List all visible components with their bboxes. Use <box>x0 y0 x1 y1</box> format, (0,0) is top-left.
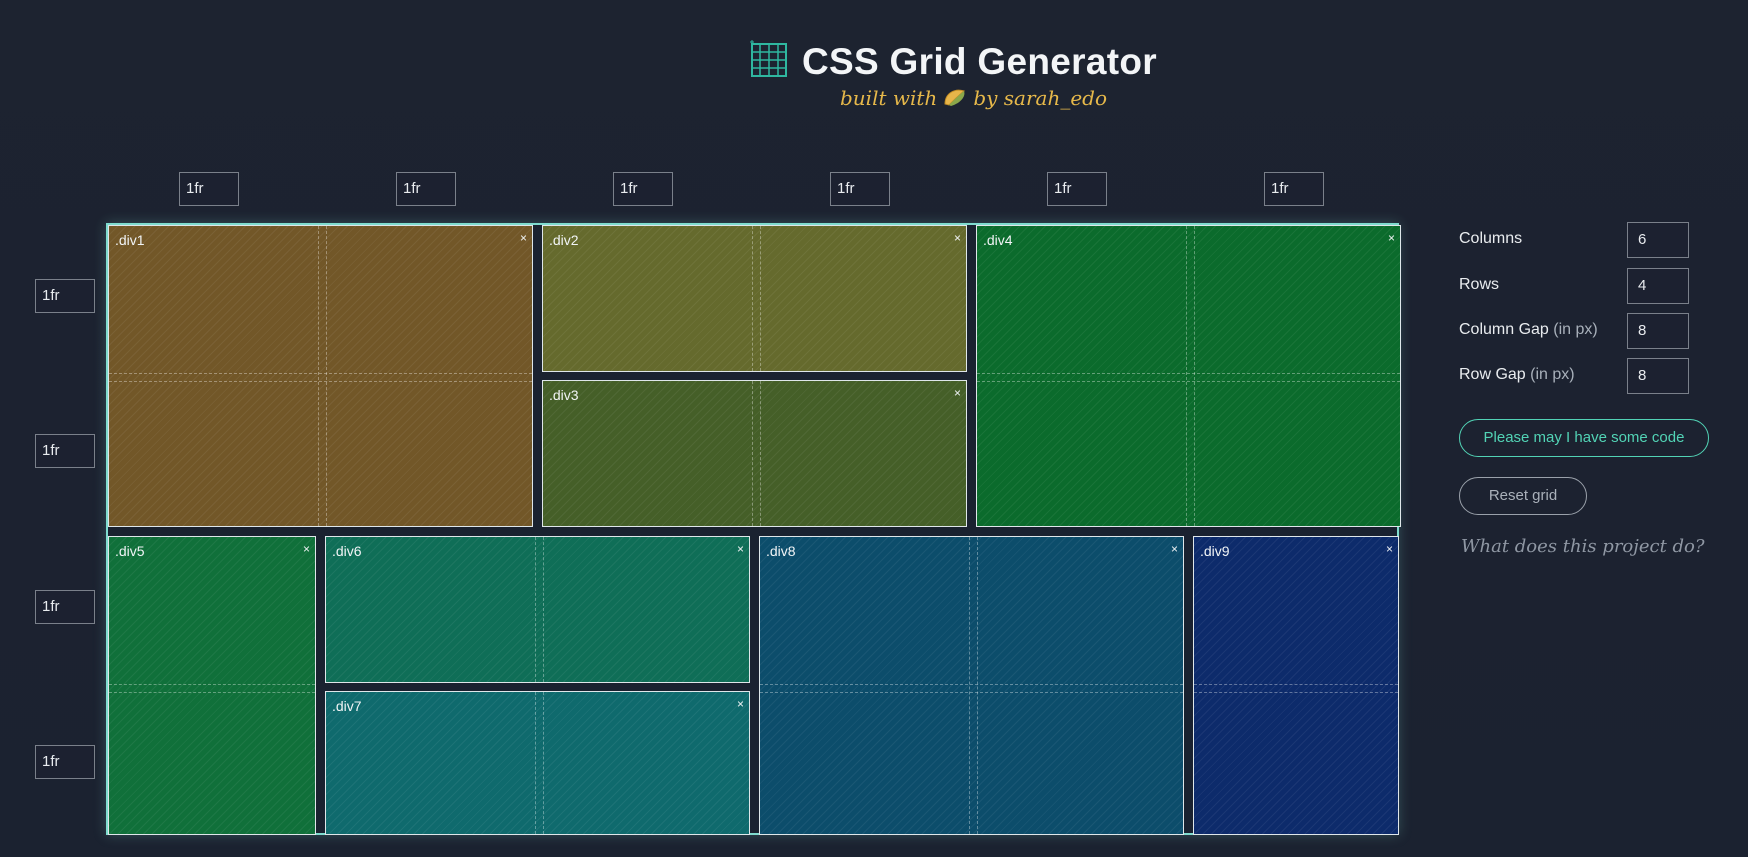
row-size-input-1[interactable]: 1fr <box>35 279 95 313</box>
rows-input[interactable]: 4 <box>1627 268 1689 304</box>
column-gap-input[interactable]: 8 <box>1627 313 1689 349</box>
subtitle-prefix: built with <box>840 86 938 110</box>
row-gap-label: Row Gap (in px) <box>1459 366 1575 384</box>
column-size-input-2[interactable]: 1fr <box>396 172 456 206</box>
row-size-input-3[interactable]: 1fr <box>35 590 95 624</box>
get-code-button[interactable]: Please may I have some code <box>1459 419 1709 457</box>
page-title: CSS Grid Generator <box>802 40 1157 82</box>
row-size-input-4[interactable]: 1fr <box>35 745 95 779</box>
grid-item-label: .div2 <box>549 232 579 248</box>
column-gap-hint: (in px) <box>1553 321 1598 338</box>
column-gap-label-text: Column Gap <box>1459 321 1549 338</box>
subtitle: built with by sarah_edo <box>840 86 1107 112</box>
subtitle-suffix: by sarah_edo <box>973 86 1108 110</box>
column-size-input-3[interactable]: 1fr <box>613 172 673 206</box>
grid-item-div1[interactable]: .div1 × <box>108 225 533 527</box>
grid-item-div3[interactable]: .div3 × <box>542 380 967 527</box>
grid-item-div8[interactable]: .div8 × <box>759 536 1184 835</box>
grid-area[interactable]: .div1 × .div2 × .div3 × .div4 × .div5 × … <box>106 223 1401 835</box>
column-size-input-1[interactable]: 1fr <box>179 172 239 206</box>
title-row: CSS Grid Generator <box>748 38 1157 85</box>
close-icon[interactable]: × <box>954 386 961 400</box>
row-size-input-2[interactable]: 1fr <box>35 434 95 468</box>
grid-item-label: .div3 <box>549 387 579 403</box>
close-icon[interactable]: × <box>303 542 310 556</box>
taco-icon <box>943 87 967 112</box>
rows-label: Rows <box>1459 276 1500 293</box>
close-icon[interactable]: × <box>1171 542 1178 556</box>
columns-input[interactable]: 6 <box>1627 222 1689 258</box>
grid-item-div9[interactable]: .div9 × <box>1193 536 1399 835</box>
grid-logo-icon <box>748 38 790 85</box>
grid-item-label: .div5 <box>115 543 145 559</box>
row-gap-hint: (in px) <box>1530 366 1575 383</box>
reset-grid-button[interactable]: Reset grid <box>1459 477 1587 515</box>
grid-item-div2[interactable]: .div2 × <box>542 225 967 372</box>
grid-item-label: .div9 <box>1200 543 1230 559</box>
row-gap-input[interactable]: 8 <box>1627 358 1689 394</box>
what-does-this-do-link[interactable]: What does this project do? <box>1461 536 1705 557</box>
close-icon[interactable]: × <box>1388 231 1395 245</box>
grid-item-div4[interactable]: .div4 × <box>976 225 1401 527</box>
grid-item-div7[interactable]: .div7 × <box>325 691 750 835</box>
grid-item-div6[interactable]: .div6 × <box>325 536 750 683</box>
close-icon[interactable]: × <box>520 231 527 245</box>
grid-item-label: .div1 <box>115 232 145 248</box>
grid-item-label: .div8 <box>766 543 796 559</box>
close-icon[interactable]: × <box>954 231 961 245</box>
column-size-input-5[interactable]: 1fr <box>1047 172 1107 206</box>
column-size-input-4[interactable]: 1fr <box>830 172 890 206</box>
grid-item-div5[interactable]: .div5 × <box>108 536 316 835</box>
grid-item-label: .div7 <box>332 698 362 714</box>
column-size-input-6[interactable]: 1fr <box>1264 172 1324 206</box>
close-icon[interactable]: × <box>737 542 744 556</box>
grid-item-label: .div6 <box>332 543 362 559</box>
grid-item-label: .div4 <box>983 232 1013 248</box>
column-gap-label: Column Gap (in px) <box>1459 321 1598 339</box>
row-gap-label-text: Row Gap <box>1459 366 1526 383</box>
close-icon[interactable]: × <box>737 697 744 711</box>
columns-label: Columns <box>1459 230 1523 247</box>
close-icon[interactable]: × <box>1386 542 1393 556</box>
